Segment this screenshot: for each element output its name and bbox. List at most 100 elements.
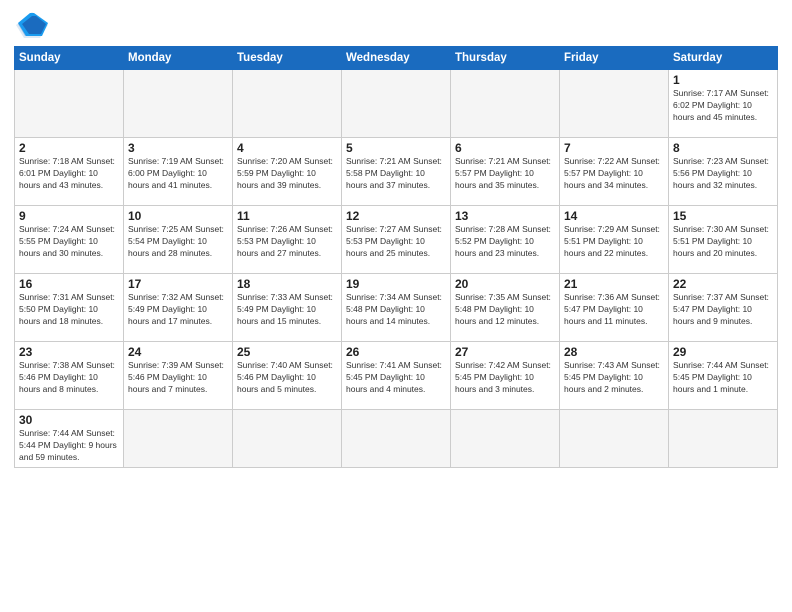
header <box>14 10 778 40</box>
calendar-cell <box>342 70 451 138</box>
calendar-cell: 21Sunrise: 7:36 AM Sunset: 5:47 PM Dayli… <box>560 274 669 342</box>
calendar-cell: 25Sunrise: 7:40 AM Sunset: 5:46 PM Dayli… <box>233 342 342 410</box>
calendar-cell <box>560 70 669 138</box>
calendar-cell <box>451 410 560 468</box>
calendar-cell: 27Sunrise: 7:42 AM Sunset: 5:45 PM Dayli… <box>451 342 560 410</box>
calendar-cell <box>233 70 342 138</box>
day-number: 10 <box>128 209 228 223</box>
calendar-cell: 14Sunrise: 7:29 AM Sunset: 5:51 PM Dayli… <box>560 206 669 274</box>
calendar-cell: 15Sunrise: 7:30 AM Sunset: 5:51 PM Dayli… <box>669 206 778 274</box>
day-info: Sunrise: 7:44 AM Sunset: 5:45 PM Dayligh… <box>673 360 773 396</box>
day-number: 24 <box>128 345 228 359</box>
calendar-cell <box>124 70 233 138</box>
calendar-cell: 12Sunrise: 7:27 AM Sunset: 5:53 PM Dayli… <box>342 206 451 274</box>
day-number: 28 <box>564 345 664 359</box>
day-number: 26 <box>346 345 446 359</box>
day-number: 2 <box>19 141 119 155</box>
day-info: Sunrise: 7:37 AM Sunset: 5:47 PM Dayligh… <box>673 292 773 328</box>
calendar-cell: 7Sunrise: 7:22 AM Sunset: 5:57 PM Daylig… <box>560 138 669 206</box>
calendar-table: SundayMondayTuesdayWednesdayThursdayFrid… <box>14 46 778 468</box>
day-info: Sunrise: 7:27 AM Sunset: 5:53 PM Dayligh… <box>346 224 446 260</box>
day-info: Sunrise: 7:21 AM Sunset: 5:57 PM Dayligh… <box>455 156 555 192</box>
day-info: Sunrise: 7:17 AM Sunset: 6:02 PM Dayligh… <box>673 88 773 124</box>
calendar-cell <box>342 410 451 468</box>
calendar-cell: 24Sunrise: 7:39 AM Sunset: 5:46 PM Dayli… <box>124 342 233 410</box>
page: SundayMondayTuesdayWednesdayThursdayFrid… <box>0 0 792 612</box>
calendar-cell: 8Sunrise: 7:23 AM Sunset: 5:56 PM Daylig… <box>669 138 778 206</box>
calendar-cell: 6Sunrise: 7:21 AM Sunset: 5:57 PM Daylig… <box>451 138 560 206</box>
day-info: Sunrise: 7:43 AM Sunset: 5:45 PM Dayligh… <box>564 360 664 396</box>
calendar-header-friday: Friday <box>560 47 669 70</box>
day-number: 17 <box>128 277 228 291</box>
day-number: 1 <box>673 73 773 87</box>
day-info: Sunrise: 7:33 AM Sunset: 5:49 PM Dayligh… <box>237 292 337 328</box>
day-info: Sunrise: 7:42 AM Sunset: 5:45 PM Dayligh… <box>455 360 555 396</box>
day-number: 22 <box>673 277 773 291</box>
calendar-header-row: SundayMondayTuesdayWednesdayThursdayFrid… <box>15 47 778 70</box>
calendar-header-saturday: Saturday <box>669 47 778 70</box>
calendar-cell <box>451 70 560 138</box>
day-info: Sunrise: 7:24 AM Sunset: 5:55 PM Dayligh… <box>19 224 119 260</box>
day-number: 27 <box>455 345 555 359</box>
calendar-cell <box>233 410 342 468</box>
day-number: 4 <box>237 141 337 155</box>
calendar-cell: 3Sunrise: 7:19 AM Sunset: 6:00 PM Daylig… <box>124 138 233 206</box>
day-number: 20 <box>455 277 555 291</box>
day-number: 18 <box>237 277 337 291</box>
day-info: Sunrise: 7:44 AM Sunset: 5:44 PM Dayligh… <box>19 428 119 464</box>
calendar-header-thursday: Thursday <box>451 47 560 70</box>
calendar-cell: 10Sunrise: 7:25 AM Sunset: 5:54 PM Dayli… <box>124 206 233 274</box>
calendar-week-row: 16Sunrise: 7:31 AM Sunset: 5:50 PM Dayli… <box>15 274 778 342</box>
day-number: 25 <box>237 345 337 359</box>
calendar-cell: 9Sunrise: 7:24 AM Sunset: 5:55 PM Daylig… <box>15 206 124 274</box>
day-number: 19 <box>346 277 446 291</box>
day-info: Sunrise: 7:31 AM Sunset: 5:50 PM Dayligh… <box>19 292 119 328</box>
day-number: 11 <box>237 209 337 223</box>
day-number: 12 <box>346 209 446 223</box>
day-info: Sunrise: 7:38 AM Sunset: 5:46 PM Dayligh… <box>19 360 119 396</box>
day-number: 15 <box>673 209 773 223</box>
calendar-cell: 4Sunrise: 7:20 AM Sunset: 5:59 PM Daylig… <box>233 138 342 206</box>
calendar-header-sunday: Sunday <box>15 47 124 70</box>
calendar-cell: 30Sunrise: 7:44 AM Sunset: 5:44 PM Dayli… <box>15 410 124 468</box>
logo <box>14 10 54 40</box>
calendar-cell: 16Sunrise: 7:31 AM Sunset: 5:50 PM Dayli… <box>15 274 124 342</box>
day-number: 16 <box>19 277 119 291</box>
calendar-cell: 13Sunrise: 7:28 AM Sunset: 5:52 PM Dayli… <box>451 206 560 274</box>
day-info: Sunrise: 7:20 AM Sunset: 5:59 PM Dayligh… <box>237 156 337 192</box>
day-info: Sunrise: 7:22 AM Sunset: 5:57 PM Dayligh… <box>564 156 664 192</box>
calendar-week-row: 1Sunrise: 7:17 AM Sunset: 6:02 PM Daylig… <box>15 70 778 138</box>
day-number: 9 <box>19 209 119 223</box>
calendar-cell: 5Sunrise: 7:21 AM Sunset: 5:58 PM Daylig… <box>342 138 451 206</box>
day-info: Sunrise: 7:39 AM Sunset: 5:46 PM Dayligh… <box>128 360 228 396</box>
day-info: Sunrise: 7:19 AM Sunset: 6:00 PM Dayligh… <box>128 156 228 192</box>
day-info: Sunrise: 7:35 AM Sunset: 5:48 PM Dayligh… <box>455 292 555 328</box>
calendar-cell: 1Sunrise: 7:17 AM Sunset: 6:02 PM Daylig… <box>669 70 778 138</box>
day-info: Sunrise: 7:40 AM Sunset: 5:46 PM Dayligh… <box>237 360 337 396</box>
calendar-header-monday: Monday <box>124 47 233 70</box>
day-info: Sunrise: 7:29 AM Sunset: 5:51 PM Dayligh… <box>564 224 664 260</box>
calendar-cell: 29Sunrise: 7:44 AM Sunset: 5:45 PM Dayli… <box>669 342 778 410</box>
day-info: Sunrise: 7:25 AM Sunset: 5:54 PM Dayligh… <box>128 224 228 260</box>
day-number: 14 <box>564 209 664 223</box>
day-info: Sunrise: 7:34 AM Sunset: 5:48 PM Dayligh… <box>346 292 446 328</box>
day-number: 7 <box>564 141 664 155</box>
calendar-week-row: 2Sunrise: 7:18 AM Sunset: 6:01 PM Daylig… <box>15 138 778 206</box>
calendar-week-row: 30Sunrise: 7:44 AM Sunset: 5:44 PM Dayli… <box>15 410 778 468</box>
calendar-cell: 19Sunrise: 7:34 AM Sunset: 5:48 PM Dayli… <box>342 274 451 342</box>
day-info: Sunrise: 7:41 AM Sunset: 5:45 PM Dayligh… <box>346 360 446 396</box>
calendar-cell: 22Sunrise: 7:37 AM Sunset: 5:47 PM Dayli… <box>669 274 778 342</box>
day-number: 29 <box>673 345 773 359</box>
day-number: 3 <box>128 141 228 155</box>
calendar-cell: 23Sunrise: 7:38 AM Sunset: 5:46 PM Dayli… <box>15 342 124 410</box>
calendar-cell: 20Sunrise: 7:35 AM Sunset: 5:48 PM Dayli… <box>451 274 560 342</box>
calendar-week-row: 9Sunrise: 7:24 AM Sunset: 5:55 PM Daylig… <box>15 206 778 274</box>
day-number: 8 <box>673 141 773 155</box>
day-info: Sunrise: 7:30 AM Sunset: 5:51 PM Dayligh… <box>673 224 773 260</box>
day-number: 5 <box>346 141 446 155</box>
calendar-header-wednesday: Wednesday <box>342 47 451 70</box>
day-info: Sunrise: 7:32 AM Sunset: 5:49 PM Dayligh… <box>128 292 228 328</box>
generalblue-logo-icon <box>14 10 50 40</box>
calendar-cell: 28Sunrise: 7:43 AM Sunset: 5:45 PM Dayli… <box>560 342 669 410</box>
day-info: Sunrise: 7:28 AM Sunset: 5:52 PM Dayligh… <box>455 224 555 260</box>
